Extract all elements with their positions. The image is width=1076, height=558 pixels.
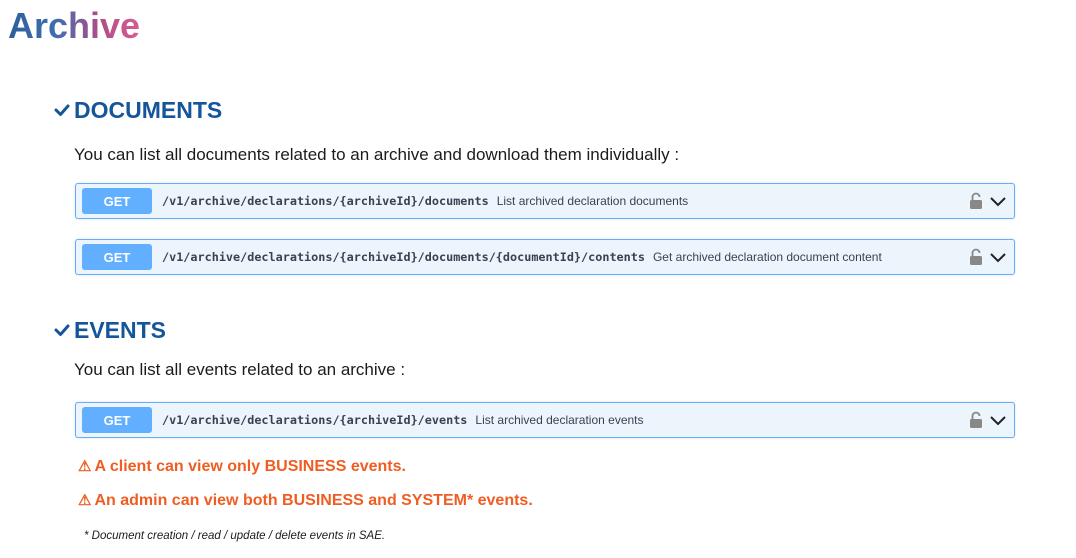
warning-text: A client can view only BUSINESS events. [94,458,406,475]
method-badge: GET [82,244,152,270]
endpoint-path: /v1/archive/declarations/{archiveId}/doc… [162,194,489,208]
page-title: Archive [8,5,141,46]
footnote: * Document creation / read / update / de… [84,530,386,542]
chevron-down-icon[interactable] [988,191,1008,211]
method-badge: GET [82,407,152,433]
section-heading-label: EVENTS [74,317,167,343]
warning-client-events: ⚠ A client can view only BUSINESS events… [78,457,406,477]
endpoint-path: /v1/archive/declarations/{archiveId}/eve… [162,413,468,427]
chevron-down-icon[interactable] [988,247,1008,267]
section-heading-label: DOCUMENTS [74,97,223,123]
warning-admin-events: ⚠ An admin can view both BUSINESS and SY… [78,491,533,511]
section-heading-events[interactable]: EVENTS [54,316,166,344]
chevron-down-icon[interactable] [988,410,1008,430]
warning-triangle-icon: ⚠ [78,458,92,475]
lock-icon[interactable] [968,191,984,211]
endpoint-summary: Get archived declaration document conten… [652,250,882,264]
warning-text: An admin can view both BUSINESS and SYST… [94,492,533,509]
chevron-check-icon [54,104,70,116]
endpoint-summary: List archived declaration documents [496,194,689,208]
section-description: You can list all events related to an ar… [74,360,406,379]
section-description: You can list all documents related to an… [74,145,680,164]
lock-icon[interactable] [968,410,984,430]
endpoint-list-documents[interactable]: GET /v1/archive/declarations/{archiveId}… [75,183,1015,219]
section-heading-documents[interactable]: DOCUMENTS [54,96,222,124]
warning-triangle-icon: ⚠ [78,492,92,509]
endpoint-list-events[interactable]: GET /v1/archive/declarations/{archiveId}… [75,402,1015,438]
endpoint-get-document-content[interactable]: GET /v1/archive/declarations/{archiveId}… [75,239,1015,275]
endpoint-path: /v1/archive/declarations/{archiveId}/doc… [162,250,645,264]
lock-icon[interactable] [968,247,984,267]
chevron-check-icon [54,324,70,336]
page: Archive DOCUMENTS You can list all docum… [0,0,1076,558]
endpoint-summary: List archived declaration events [475,413,644,427]
method-badge: GET [82,188,152,214]
